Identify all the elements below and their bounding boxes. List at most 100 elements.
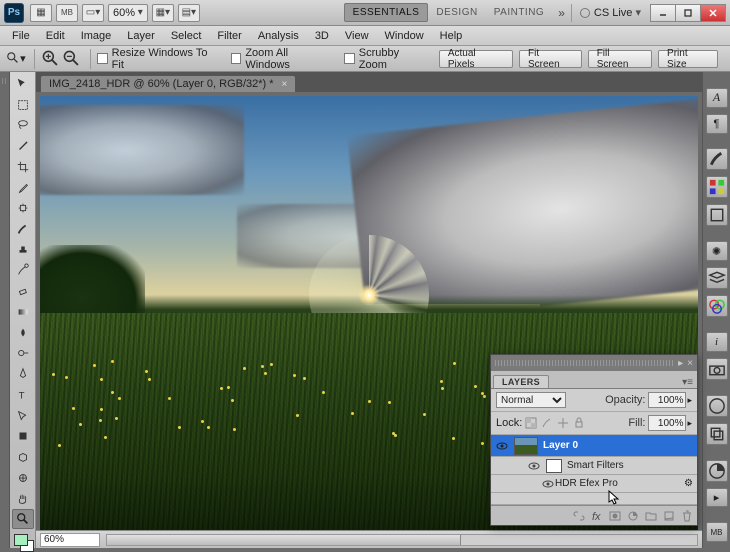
panel-drag-handle[interactable]: [495, 360, 674, 366]
color-panel-icon[interactable]: [706, 395, 728, 417]
stamp-tool[interactable]: [12, 240, 34, 260]
zoom-in-icon[interactable]: [41, 50, 61, 68]
info-panel-icon[interactable]: i: [706, 332, 728, 352]
mini-bridge-icon[interactable]: MB: [56, 4, 78, 22]
magic-wand-tool[interactable]: [12, 136, 34, 156]
panel-menu-icon[interactable]: ▾≡: [678, 377, 697, 388]
layer-row-layer0[interactable]: Layer 0: [491, 435, 697, 457]
shape-tool[interactable]: [12, 426, 34, 446]
layer-mask-icon[interactable]: [609, 510, 621, 522]
zoom-input[interactable]: 60%: [40, 533, 100, 547]
menu-select[interactable]: Select: [163, 28, 210, 44]
layers-tab[interactable]: LAYERS: [493, 375, 549, 388]
visibility-toggle[interactable]: [495, 440, 509, 452]
lock-pixels-icon[interactable]: [541, 417, 553, 429]
layers-panel-icon[interactable]: [706, 267, 728, 289]
cs-live-button[interactable]: CS Live ▾: [580, 6, 641, 19]
lock-transparent-icon[interactable]: [525, 417, 537, 429]
opacity-input[interactable]: 100%: [648, 392, 686, 408]
clone-panel-icon[interactable]: [706, 423, 728, 445]
workspace-tab-painting[interactable]: PAINTING: [486, 4, 552, 21]
lock-all-icon[interactable]: [573, 417, 585, 429]
more-workspaces-icon[interactable]: »: [558, 6, 565, 20]
marquee-tool[interactable]: [12, 95, 34, 115]
blur-tool[interactable]: [12, 323, 34, 343]
healing-tool[interactable]: [12, 198, 34, 218]
zoom-out-icon[interactable]: [62, 50, 82, 68]
adjustments-panel-icon[interactable]: [706, 460, 728, 482]
workspace-tab-essentials[interactable]: ESSENTIALS: [344, 3, 429, 22]
close-button[interactable]: [700, 4, 726, 22]
fit-screen-button[interactable]: Fit Screen: [519, 50, 582, 68]
blend-mode-select[interactable]: Normal: [496, 392, 566, 408]
styles-panel-icon[interactable]: [706, 204, 728, 226]
filter-mask-thumbnail[interactable]: [546, 459, 562, 473]
history-brush-tool[interactable]: [12, 261, 34, 281]
menu-edit[interactable]: Edit: [38, 28, 73, 44]
brush-panel-icon[interactable]: [706, 148, 728, 170]
eraser-tool[interactable]: [12, 281, 34, 301]
delete-layer-icon[interactable]: [681, 510, 693, 522]
menu-layer[interactable]: Layer: [119, 28, 163, 44]
visibility-toggle[interactable]: [527, 460, 541, 472]
group-icon[interactable]: [645, 510, 657, 522]
type-tool[interactable]: T: [12, 385, 34, 405]
crop-tool[interactable]: [12, 157, 34, 177]
3d-tool[interactable]: [12, 447, 34, 467]
bridge-icon[interactable]: ▦: [30, 4, 52, 22]
extras-icon[interactable]: ▤▾: [178, 4, 200, 22]
character-icon[interactable]: A: [706, 88, 728, 108]
left-dock-strip[interactable]: [0, 72, 10, 548]
pen-tool[interactable]: [12, 364, 34, 384]
document-tab[interactable]: IMG_2418_HDR @ 60% (Layer 0, RGB/32*) *×: [40, 75, 296, 92]
fill-input[interactable]: 100%: [648, 415, 686, 431]
eyedropper-tool[interactable]: [12, 178, 34, 198]
channels-panel-icon[interactable]: [706, 295, 728, 317]
brush-tool[interactable]: [12, 219, 34, 239]
color-swatches[interactable]: [14, 534, 32, 548]
workspace-tab-design[interactable]: DESIGN: [428, 4, 485, 21]
layer-thumbnail[interactable]: [514, 437, 538, 455]
zoom-all-checkbox[interactable]: Zoom All Windows: [231, 47, 334, 71]
close-tab-icon[interactable]: ×: [282, 79, 288, 90]
maximize-button[interactable]: [675, 4, 701, 22]
star-icon[interactable]: ✺: [706, 241, 728, 261]
filter-entry-hdr[interactable]: HDR Efex Pro ⚙: [491, 475, 697, 493]
minimize-button[interactable]: [650, 4, 676, 22]
link-layers-icon[interactable]: [573, 510, 585, 522]
menu-3d[interactable]: 3D: [307, 28, 337, 44]
swatches-panel-icon[interactable]: [706, 176, 728, 198]
layer-name[interactable]: Layer 0: [543, 440, 578, 451]
smart-filters-row[interactable]: Smart Filters: [491, 457, 697, 475]
filter-options-icon[interactable]: ⚙: [684, 478, 693, 489]
zoom-tool[interactable]: [12, 509, 34, 529]
lock-position-icon[interactable]: [557, 417, 569, 429]
adjustment-layer-icon[interactable]: [627, 510, 639, 522]
zoom-dropdown[interactable]: 60% ▾: [108, 4, 148, 22]
menu-window[interactable]: Window: [377, 28, 432, 44]
screen-mode-icon[interactable]: ▭▾: [82, 4, 104, 22]
camera-panel-icon[interactable]: [706, 358, 728, 380]
arrange-icon[interactable]: ▦▾: [152, 4, 174, 22]
horizontal-scrollbar[interactable]: [106, 534, 698, 546]
menu-file[interactable]: File: [4, 28, 38, 44]
menu-analysis[interactable]: Analysis: [250, 28, 307, 44]
layer-style-icon[interactable]: fx: [591, 510, 603, 522]
menu-image[interactable]: Image: [73, 28, 120, 44]
fill-screen-button[interactable]: Fill Screen: [588, 50, 652, 68]
mb-panel-icon[interactable]: MB: [706, 522, 728, 542]
resize-windows-checkbox[interactable]: Resize Windows To Fit: [97, 47, 221, 71]
collapse-panel-icon[interactable]: ▸: [678, 358, 683, 369]
new-layer-icon[interactable]: [663, 510, 675, 522]
move-tool[interactable]: [12, 74, 34, 94]
menu-help[interactable]: Help: [432, 28, 471, 44]
print-size-button[interactable]: Print Size: [658, 50, 718, 68]
zoom-tool-preset-icon[interactable]: ▾: [6, 50, 26, 68]
lasso-tool[interactable]: [12, 115, 34, 135]
hand-tool[interactable]: [12, 489, 34, 509]
dodge-tool[interactable]: [12, 344, 34, 364]
menu-filter[interactable]: Filter: [209, 28, 249, 44]
paragraph-icon[interactable]: ¶: [706, 114, 728, 134]
3d-camera-tool[interactable]: [12, 468, 34, 488]
scrubby-zoom-checkbox[interactable]: Scrubby Zoom: [344, 47, 429, 71]
